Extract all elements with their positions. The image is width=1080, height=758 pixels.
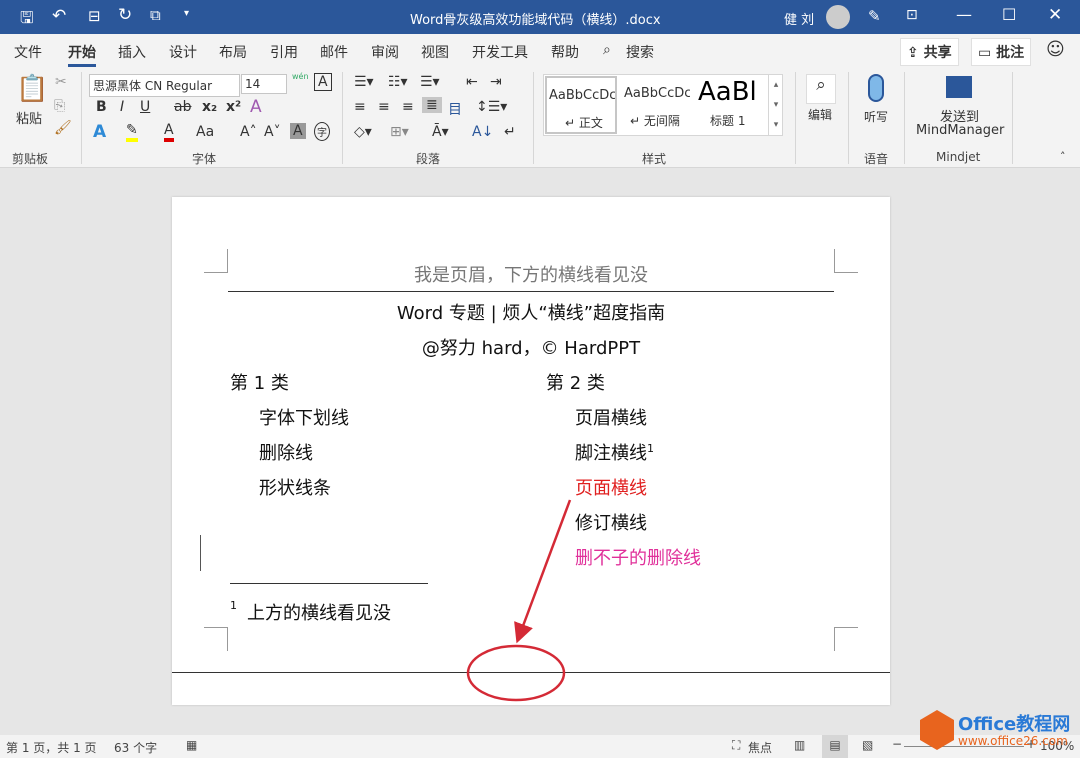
page-count[interactable]: 第 1 页，共 1 页 <box>6 739 97 756</box>
annotation-circle <box>466 644 566 702</box>
focus-label[interactable]: 焦点 <box>748 739 772 756</box>
zoom-out-icon[interactable]: − <box>892 737 902 751</box>
watermark-brand: Office教程网 <box>958 714 1071 735</box>
word-count[interactable]: 63 个字 <box>114 739 157 756</box>
watermark-logo: Office教程网 www.office26.com <box>916 708 1076 754</box>
print-layout-icon[interactable]: ▤ <box>822 735 848 758</box>
web-layout-icon[interactable]: ▧ <box>862 738 873 752</box>
focus-icon[interactable]: ⛶ <box>732 738 740 753</box>
office-logo-icon <box>920 710 954 750</box>
proofing-icon[interactable]: ▦ <box>186 738 197 752</box>
read-mode-icon[interactable]: ▥ <box>794 738 805 752</box>
annotation-arrow <box>514 499 572 644</box>
watermark-url: www.office26.com <box>958 734 1068 748</box>
annotation-overlay <box>466 499 572 702</box>
